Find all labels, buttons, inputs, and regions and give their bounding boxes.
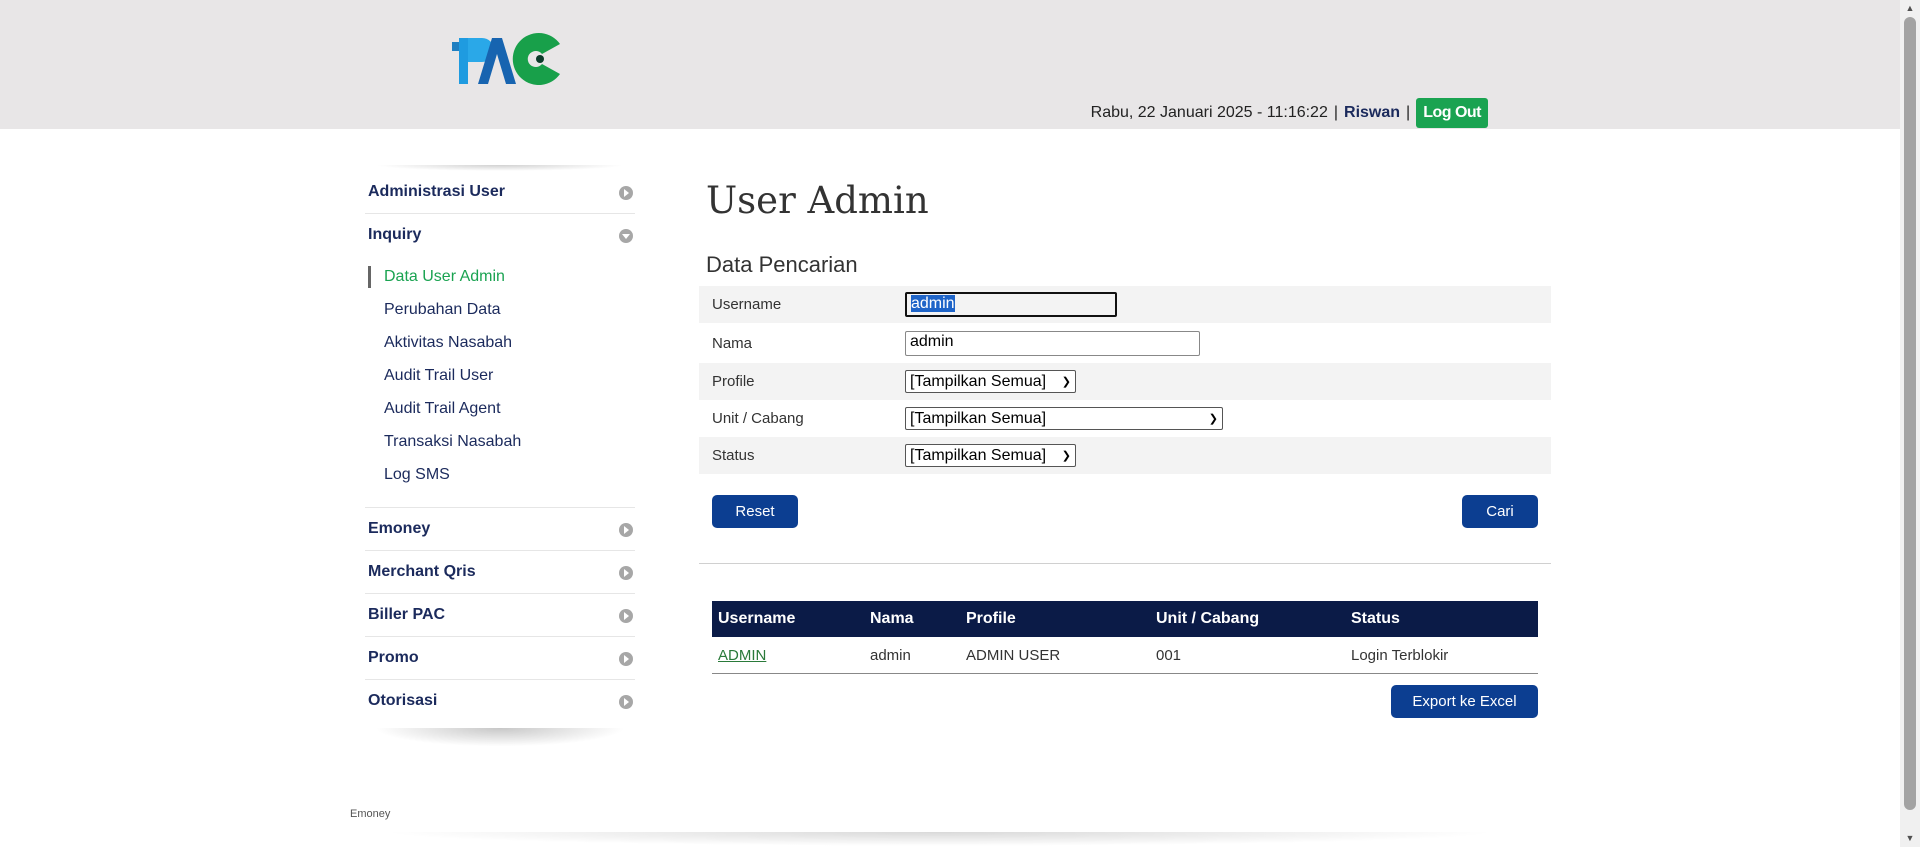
- table-cell: ADMIN USER: [960, 637, 1150, 674]
- nama-input[interactable]: admin: [905, 330, 1200, 356]
- scroll-up-icon[interactable]: ▲: [1900, 0, 1920, 17]
- sidebar-item-otorisasi[interactable]: Otorisasi: [365, 680, 635, 722]
- vertical-scrollbar[interactable]: ▲ ▼: [1900, 0, 1920, 847]
- chevron-right-circle-icon: [619, 186, 633, 200]
- header: Rabu, 22 Januari 2025 - 11:16:22 | Riswa…: [0, 0, 1900, 129]
- scroll-thumb[interactable]: [1904, 17, 1916, 810]
- sidebar-item-inquiry[interactable]: Inquiry: [365, 214, 635, 256]
- table-row: ADMIN admin ADMIN USER 001 Login Terblok…: [712, 637, 1538, 674]
- table-header-row: Username Nama Profile Unit / Cabang Stat…: [712, 601, 1538, 637]
- sidebar-item-label: Emoney: [368, 520, 431, 537]
- chevron-down-icon: ❯: [1061, 450, 1071, 462]
- chevron-down-icon: ❯: [1208, 413, 1218, 425]
- profile-value: [Tampilkan Semua]: [910, 372, 1047, 390]
- main-content: User Admin Data Pencarian Username admin…: [699, 165, 1551, 718]
- reset-button[interactable]: Reset: [712, 495, 798, 528]
- sidebar-subitem-perubahan-data[interactable]: Perubahan Data: [365, 293, 635, 326]
- sidebar-subitem-aktivitas-nasabah[interactable]: Aktivitas Nasabah: [365, 326, 635, 359]
- table-cell: Login Terblokir: [1345, 637, 1538, 674]
- profile-row: Profile [Tampilkan Semua] ❯: [699, 363, 1551, 400]
- chevron-down-circle-icon: [619, 229, 633, 243]
- status-row: Status [Tampilkan Semua] ❯: [699, 437, 1551, 474]
- column-header[interactable]: Status: [1345, 601, 1538, 637]
- user-bar: Rabu, 22 Januari 2025 - 11:16:22 | Riswa…: [1091, 97, 1488, 129]
- profile-label: Profile: [712, 373, 755, 390]
- sidebar-item-emoney[interactable]: Emoney: [365, 508, 635, 551]
- search-form: Username admin Nama admin Profile [Tampi…: [699, 286, 1551, 474]
- chevron-right-circle-icon: [619, 566, 633, 580]
- sidebar-item-merchant-qris[interactable]: Merchant Qris: [365, 551, 635, 594]
- sidebar-item-label: Otorisasi: [368, 692, 438, 709]
- sidebar-subitem-audit-trail-agent[interactable]: Audit Trail Agent: [365, 392, 635, 425]
- sidebar-subitem-log-sms[interactable]: Log SMS: [365, 458, 635, 491]
- scroll-down-icon[interactable]: ▼: [1900, 830, 1920, 847]
- table-cell: ADMIN: [712, 637, 864, 674]
- sidebar-subitem-transaksi-nasabah[interactable]: Transaksi Nasabah: [365, 425, 635, 458]
- chevron-right-circle-icon: [619, 695, 633, 709]
- status-value: [Tampilkan Semua]: [910, 446, 1047, 464]
- unit-label: Unit / Cabang: [712, 410, 804, 427]
- unit-row: Unit / Cabang [Tampilkan Semua] ❯: [699, 400, 1551, 437]
- sidebar-item-label: Merchant Qris: [368, 563, 476, 580]
- sidebar-subitem-data-user-admin[interactable]: Data User Admin: [365, 260, 635, 293]
- nama-row: Nama admin: [699, 323, 1551, 363]
- unit-select[interactable]: [Tampilkan Semua] ❯: [905, 407, 1223, 430]
- results-table: Username Nama Profile Unit / Cabang Stat…: [712, 601, 1538, 674]
- sidebar-item-biller-pac[interactable]: Biller PAC: [365, 594, 635, 637]
- chevron-right-circle-icon: [619, 609, 633, 623]
- username-row: Username admin: [699, 286, 1551, 323]
- column-header[interactable]: Profile: [960, 601, 1150, 637]
- sidebar-shadow: [365, 728, 635, 748]
- search-section-title: Data Pencarian: [706, 252, 858, 277]
- footer-text: Emoney: [350, 808, 391, 820]
- unit-value: [Tampilkan Semua]: [910, 409, 1047, 427]
- footer-shadow: [380, 832, 1500, 846]
- nama-label: Nama: [712, 334, 753, 352]
- column-header[interactable]: Unit / Cabang: [1150, 601, 1345, 637]
- sidebar-subitem-audit-trail-user[interactable]: Audit Trail User: [365, 359, 635, 392]
- chevron-down-icon: ❯: [1061, 376, 1071, 388]
- sidebar-item-label: Promo: [368, 649, 419, 666]
- column-header[interactable]: Nama: [864, 601, 960, 637]
- table-cell: admin: [864, 637, 960, 674]
- sidebar-item-label: Biller PAC: [368, 606, 446, 623]
- sidebar-item-administrasi-user[interactable]: Administrasi User: [365, 171, 635, 214]
- datetime-text: Rabu, 22 Januari 2025 - 11:16:22: [1090, 104, 1328, 121]
- pac-logo: [452, 30, 562, 88]
- nama-value: admin: [910, 332, 954, 350]
- column-header[interactable]: Username: [712, 601, 864, 637]
- separator: |: [1333, 104, 1339, 121]
- profile-select[interactable]: [Tampilkan Semua] ❯: [905, 370, 1076, 393]
- username-text: Riswan: [1344, 104, 1401, 121]
- username-value: admin: [911, 295, 955, 312]
- logout-button[interactable]: Log Out: [1416, 98, 1488, 128]
- sidebar: Administrasi User Inquiry Data User Admi…: [365, 165, 635, 748]
- page-title: User Admin: [706, 179, 929, 222]
- chevron-right-circle-icon: [619, 523, 633, 537]
- separator: |: [1406, 104, 1411, 121]
- username-label: Username: [712, 296, 782, 313]
- search-button[interactable]: Cari: [1462, 495, 1538, 528]
- export-excel-button[interactable]: Export ke Excel: [1391, 685, 1538, 718]
- sidebar-item-promo[interactable]: Promo: [365, 637, 635, 680]
- status-label: Status: [712, 447, 755, 464]
- username-input[interactable]: admin: [905, 292, 1117, 317]
- username-link[interactable]: ADMIN: [718, 647, 766, 664]
- chevron-right-circle-icon: [619, 652, 633, 666]
- divider: [699, 563, 1551, 564]
- sidebar-item-label: Inquiry: [368, 226, 422, 243]
- status-select[interactable]: [Tampilkan Semua] ❯: [905, 444, 1076, 467]
- sidebar-item-label: Administrasi User: [368, 183, 505, 200]
- table-cell: 001: [1150, 637, 1345, 674]
- inquiry-submenu: Data User Admin Perubahan Data Aktivitas…: [365, 256, 635, 508]
